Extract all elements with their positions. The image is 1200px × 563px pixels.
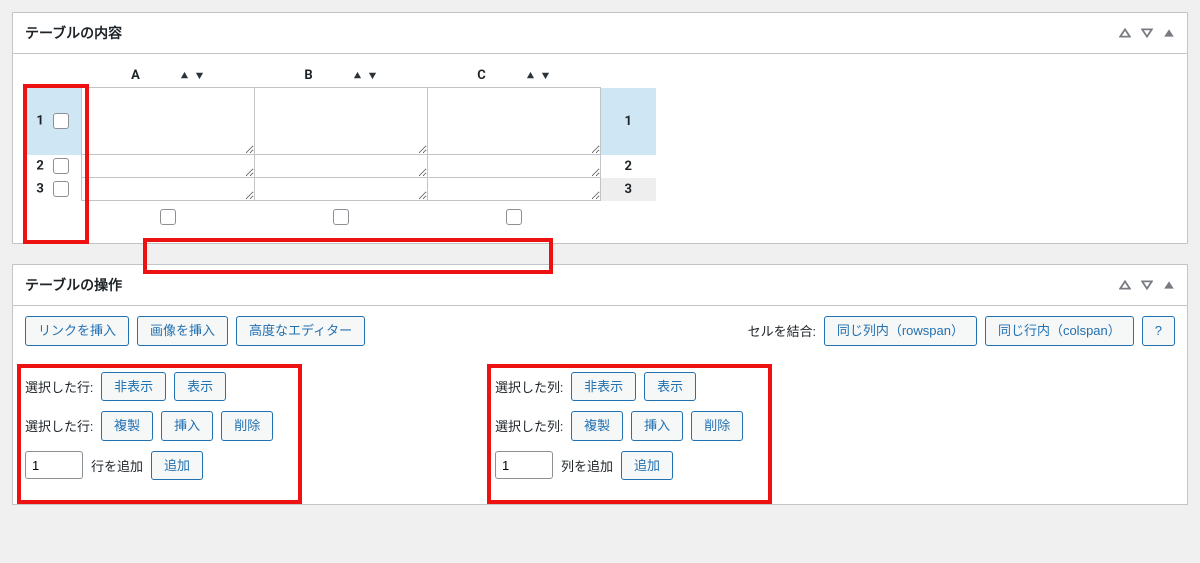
row-checkbox[interactable] — [53, 158, 69, 174]
cell-input[interactable] — [255, 88, 427, 154]
rows-insert-button[interactable]: 挿入 — [161, 411, 213, 441]
col-checkbox[interactable] — [160, 209, 176, 225]
add-cols-label: 列を追加 — [561, 456, 613, 475]
advanced-editor-button[interactable]: 高度なエディター — [236, 316, 365, 346]
cell-input[interactable] — [82, 178, 254, 200]
table-row: 2 2 — [25, 155, 656, 178]
selected-rows-label: 選択した行: — [25, 416, 93, 435]
cols-duplicate-button[interactable]: 複製 — [571, 411, 623, 441]
cols-show-button[interactable]: 表示 — [644, 372, 696, 402]
panel-down-icon[interactable] — [1141, 27, 1153, 39]
col-ops: 選択した列: 非表示 表示 選択した列: 複製 挿入 削除 列を追加 追加 — [495, 372, 775, 491]
col-header-C[interactable]: C — [427, 64, 600, 88]
row-number-left[interactable]: 2 — [25, 155, 81, 178]
sort-asc-icon[interactable] — [526, 71, 535, 80]
colspan-button[interactable]: 同じ行内（colspan） — [985, 316, 1134, 346]
col-label: A — [131, 68, 140, 83]
panel-table-content: テーブルの内容 A — [12, 12, 1188, 244]
panel-up-icon[interactable] — [1119, 27, 1131, 39]
cols-insert-button[interactable]: 挿入 — [631, 411, 683, 441]
panel-table-ops: テーブルの操作 リンクを挿入 画像を挿入 高度なエディター セルを結合: 同じ列… — [12, 264, 1188, 505]
col-checkbox[interactable] — [333, 209, 349, 225]
cell-input[interactable] — [428, 88, 600, 154]
merge-help-button[interactable]: ? — [1142, 316, 1175, 346]
rows-delete-button[interactable]: 削除 — [221, 411, 273, 441]
sort-asc-icon[interactable] — [353, 71, 362, 80]
add-rows-label: 行を追加 — [91, 456, 143, 475]
column-header-row: A B — [25, 64, 656, 88]
col-header-B[interactable]: B — [254, 64, 427, 88]
col-label: C — [477, 68, 486, 83]
column-checkbox-row — [25, 201, 656, 226]
merge-label: セルを結合: — [748, 321, 816, 340]
cols-delete-button[interactable]: 削除 — [691, 411, 743, 441]
row-number-left[interactable]: 3 — [25, 178, 81, 201]
rows-hide-button[interactable]: 非表示 — [101, 372, 166, 402]
selected-cols-label: 選択した列: — [495, 416, 563, 435]
panel-header-content: テーブルの内容 — [13, 13, 1187, 54]
row-number-right: 1 — [600, 88, 656, 155]
sort-asc-icon[interactable] — [180, 71, 189, 80]
selected-rows-label: 選択した行: — [25, 377, 93, 396]
cell-input[interactable] — [82, 88, 254, 154]
cell-input[interactable] — [255, 178, 427, 200]
insert-link-button[interactable]: リンクを挿入 — [25, 316, 129, 346]
rows-duplicate-button[interactable]: 複製 — [101, 411, 153, 441]
row-ops: 選択した行: 非表示 表示 選択した行: 複製 挿入 削除 行を追加 追加 — [25, 372, 305, 491]
panel-up-icon[interactable] — [1119, 279, 1131, 291]
sort-desc-icon[interactable] — [541, 71, 550, 80]
panel-down-icon[interactable] — [1141, 279, 1153, 291]
add-cols-count[interactable] — [495, 451, 553, 479]
data-table: A B — [25, 64, 656, 225]
panel-title: テーブルの操作 — [25, 275, 122, 295]
row-number-left[interactable]: 1 — [25, 88, 81, 155]
row-number-right: 2 — [600, 155, 656, 178]
cell-input[interactable] — [428, 178, 600, 200]
row-number-right: 3 — [600, 178, 656, 201]
add-rows-button[interactable]: 追加 — [151, 451, 203, 481]
merge-tools: セルを結合: 同じ列内（rowspan） 同じ行内（colspan） ? — [748, 316, 1175, 346]
add-rows-count[interactable] — [25, 451, 83, 479]
table-row: 3 3 — [25, 178, 656, 201]
cell-input[interactable] — [255, 155, 427, 177]
cols-hide-button[interactable]: 非表示 — [571, 372, 636, 402]
sort-desc-icon[interactable] — [195, 71, 204, 80]
cell-input[interactable] — [428, 155, 600, 177]
selected-cols-label: 選択した列: — [495, 377, 563, 396]
row-checkbox[interactable] — [53, 113, 69, 129]
insert-tools: リンクを挿入 画像を挿入 高度なエディター — [25, 316, 365, 346]
add-cols-button[interactable]: 追加 — [621, 451, 673, 481]
cell-input[interactable] — [82, 155, 254, 177]
table-row: 1 1 — [25, 88, 656, 155]
rowspan-button[interactable]: 同じ列内（rowspan） — [824, 316, 977, 346]
col-label: B — [304, 68, 312, 83]
panel-header-ops: テーブルの操作 — [13, 265, 1187, 306]
panel-toggle-icon[interactable] — [1163, 27, 1175, 39]
row-checkbox[interactable] — [53, 181, 69, 197]
panel-title: テーブルの内容 — [25, 23, 122, 43]
sort-desc-icon[interactable] — [368, 71, 377, 80]
rows-show-button[interactable]: 表示 — [174, 372, 226, 402]
panel-toggle-icon[interactable] — [1163, 279, 1175, 291]
col-header-A[interactable]: A — [81, 64, 254, 88]
col-checkbox[interactable] — [506, 209, 522, 225]
insert-image-button[interactable]: 画像を挿入 — [137, 316, 228, 346]
